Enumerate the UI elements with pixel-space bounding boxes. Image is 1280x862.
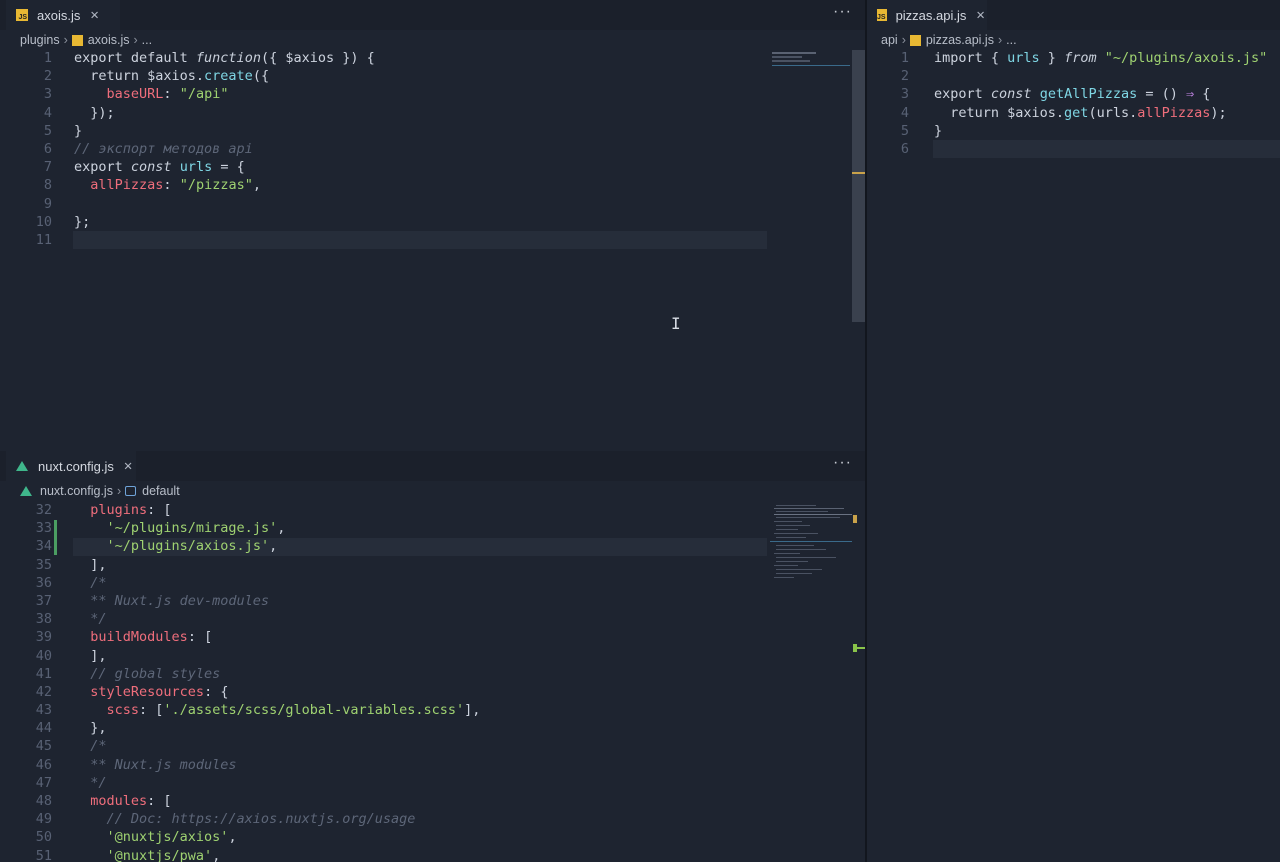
close-icon[interactable]: ✕ xyxy=(124,458,132,474)
js-file-icon: JS xyxy=(877,9,887,21)
code-line[interactable]: */ xyxy=(74,610,480,628)
code-line[interactable]: ​ xyxy=(74,231,375,249)
code-line[interactable]: '@nuxtjs/pwa', xyxy=(74,847,480,862)
vertical-scrollbar[interactable] xyxy=(852,50,865,322)
code-line[interactable]: baseURL: "/api" xyxy=(74,85,375,103)
breadcrumb-folder[interactable]: api xyxy=(881,33,898,47)
code-line[interactable]: ​ xyxy=(934,67,1267,85)
code-line[interactable]: plugins: [ xyxy=(74,501,480,519)
editor-axois: JS axois.js ✕ ··· plugins › axois.js › .… xyxy=(0,0,865,450)
code-area[interactable]: plugins: [ '~/plugins/mirage.js', '~/plu… xyxy=(74,501,480,862)
chevron-right-icon: › xyxy=(63,33,68,47)
code-line[interactable]: // экспорт методов api xyxy=(74,140,375,158)
breadcrumb-folder[interactable]: plugins xyxy=(20,33,60,47)
code-area[interactable]: export default function({ $axios }) { re… xyxy=(74,49,375,249)
line-numbers: 123456 xyxy=(900,50,909,157)
tab-label: axois.js xyxy=(37,7,81,23)
code-line[interactable]: export const urls = { xyxy=(74,158,375,176)
code-line[interactable]: /* xyxy=(74,574,480,592)
code-line[interactable]: styleResources: { xyxy=(74,683,480,701)
code-line[interactable]: ** Nuxt.js dev-modules xyxy=(74,592,480,610)
breadcrumb-tail[interactable]: ... xyxy=(142,33,152,47)
editor-tabbar: JS pizzas.api.js ✕ xyxy=(867,0,1280,30)
editor-divider[interactable] xyxy=(865,0,867,862)
code-line[interactable]: // global styles xyxy=(74,665,480,683)
line-numbers: 32 33 34 35 36 37 38 39 40 41 42 43 44 45 46 47 48 49 50 51 xyxy=(35,502,52,862)
code-line[interactable]: export const getAllPizzas = () ⇒ { xyxy=(934,85,1267,103)
code-line[interactable]: */ xyxy=(74,774,480,792)
code-line[interactable]: }); xyxy=(74,104,375,122)
js-file-icon xyxy=(71,34,83,46)
code-line[interactable]: import { urls } from "~/plugins/axois.js… xyxy=(934,49,1267,67)
tab-label: nuxt.config.js xyxy=(38,458,114,474)
editor-nuxt-config: nuxt.config.js ✕ ··· nuxt.config.js › de… xyxy=(0,451,865,862)
scrollbar-marker xyxy=(857,647,865,649)
breadcrumb-symbol[interactable]: default xyxy=(142,484,180,498)
breadcrumb-file[interactable]: pizzas.api.js xyxy=(926,33,994,47)
tab-axois-js[interactable]: JS axois.js ✕ xyxy=(6,0,120,30)
tab-nuxt-config-js[interactable]: nuxt.config.js ✕ xyxy=(6,451,136,481)
js-file-icon xyxy=(909,34,921,46)
code-line[interactable]: return $axios.get(urls.allPizzas); xyxy=(934,104,1267,122)
git-modified-indicator xyxy=(54,520,57,555)
code-line[interactable]: buildModules: [ xyxy=(74,628,480,646)
code-line[interactable]: '~/plugins/axios.js', xyxy=(74,537,480,555)
code-line[interactable]: // Doc: https://axios.nuxtjs.org/usage xyxy=(74,810,480,828)
tab-pizzas-api-js[interactable]: JS pizzas.api.js ✕ xyxy=(867,0,987,30)
code-line[interactable]: ], xyxy=(74,556,480,574)
editor-pizzas-api: JS pizzas.api.js ✕ api › pizzas.api.js ›… xyxy=(867,0,1280,862)
code-line[interactable]: }; xyxy=(74,213,375,231)
breadcrumb-tail[interactable]: ... xyxy=(1006,33,1016,47)
breadcrumb-file[interactable]: nuxt.config.js xyxy=(40,484,113,498)
breadcrumb: plugins › axois.js › ... xyxy=(0,30,865,50)
code-line[interactable]: }, xyxy=(74,719,480,737)
code-line[interactable]: scss: ['./assets/scss/global-variables.s… xyxy=(74,701,481,719)
close-icon[interactable]: ✕ xyxy=(90,7,98,23)
code-line[interactable]: return $axios.create({ xyxy=(74,67,375,85)
more-actions-icon[interactable]: ··· xyxy=(833,454,852,472)
code-line[interactable]: ​ xyxy=(74,195,375,213)
more-actions-icon[interactable]: ··· xyxy=(833,3,852,21)
breadcrumb-file[interactable]: axois.js xyxy=(88,33,130,47)
chevron-right-icon: › xyxy=(997,33,1003,47)
code-line[interactable]: '~/plugins/mirage.js', xyxy=(74,519,480,537)
code-line[interactable]: } xyxy=(74,122,375,140)
scrollbar-marker xyxy=(852,172,865,174)
chevron-right-icon: › xyxy=(901,33,906,47)
breadcrumb: api › pizzas.api.js › ... xyxy=(867,30,1280,50)
minimap[interactable] xyxy=(772,50,850,70)
text-cursor-icon: I xyxy=(671,314,681,333)
code-line[interactable]: allPizzas: "/pizzas", xyxy=(74,176,375,194)
code-line[interactable]: ** Nuxt.js modules xyxy=(74,756,480,774)
nuxt-file-icon xyxy=(16,461,28,471)
code-line[interactable]: modules: [ xyxy=(74,792,480,810)
chevron-right-icon: › xyxy=(133,33,138,47)
code-line[interactable]: ​ xyxy=(934,140,1267,158)
nuxt-file-icon xyxy=(20,486,32,496)
line-numbers: 1 2 3 4 5 6 7 8 9 10 11 xyxy=(35,50,52,248)
code-line[interactable]: '@nuxtjs/axios', xyxy=(74,828,480,846)
tab-label: pizzas.api.js xyxy=(895,7,967,23)
editor-tabbar: JS axois.js ✕ ··· xyxy=(0,0,865,30)
code-line[interactable]: /* xyxy=(74,737,480,755)
js-file-icon: JS xyxy=(16,9,28,21)
scrollbar-marker xyxy=(853,515,857,523)
chevron-right-icon: › xyxy=(116,484,122,498)
code-line[interactable]: } xyxy=(934,122,1267,140)
editor-tabbar: nuxt.config.js ✕ ··· xyxy=(0,451,865,481)
code-area[interactable]: import { urls } from "~/plugins/axois.js… xyxy=(934,49,1267,158)
breadcrumb: nuxt.config.js › default xyxy=(0,481,865,501)
code-line[interactable]: ], xyxy=(74,647,480,665)
close-icon[interactable]: ✕ xyxy=(976,7,984,23)
code-line[interactable]: export default function({ $axios }) { xyxy=(74,49,375,67)
minimap[interactable] xyxy=(770,503,852,683)
object-symbol-icon xyxy=(125,486,137,496)
